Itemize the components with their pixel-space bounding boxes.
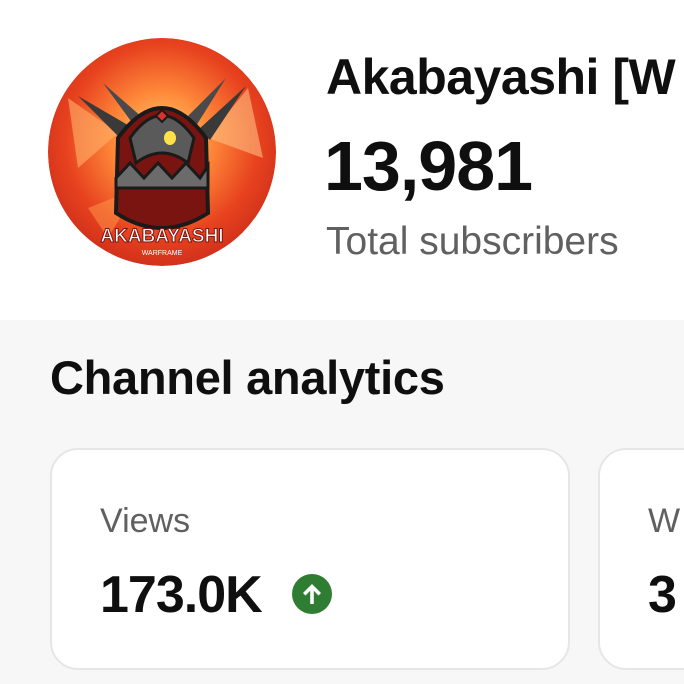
subscriber-count: 13,981 [324, 127, 533, 205]
channel-dashboard: AKABAYASHI WARFRAME Akabayashi [W 13,981… [0, 0, 684, 684]
section-title: Channel analytics [50, 351, 445, 404]
views-label: Views [100, 502, 191, 540]
channel-avatar[interactable]: AKABAYASHI WARFRAME [48, 38, 276, 266]
avatar-image: AKABAYASHI WARFRAME [48, 38, 276, 266]
watch-time-label: W [648, 502, 681, 540]
arrow-up-circle-icon [292, 574, 332, 614]
views-card[interactable]: Views 173.0K [50, 448, 570, 670]
watch-time-card[interactable]: W 3 [598, 448, 684, 670]
svg-text:WARFRAME: WARFRAME [142, 250, 183, 257]
subscriber-label: Total subscribers [326, 220, 619, 263]
watch-time-value: 3 [648, 566, 677, 624]
views-value: 173.0K [100, 566, 263, 624]
avatar-logo-text: AKABAYASHI [100, 226, 223, 247]
channel-name[interactable]: Akabayashi [W [326, 48, 684, 106]
